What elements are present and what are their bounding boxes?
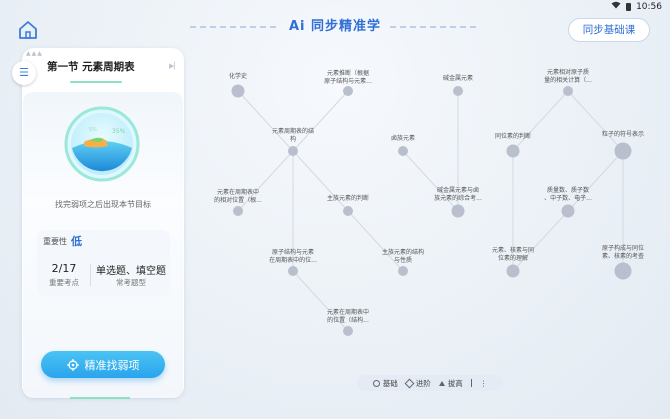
title-decoration-left <box>190 26 280 28</box>
node-label: 元素在周期表中 的相对位置（根... <box>214 189 262 204</box>
header-title-area: Ai 同步精准学 <box>160 14 510 40</box>
node-label: 卤族元素 <box>390 135 415 142</box>
graph-node[interactable] <box>231 84 245 98</box>
legend-advanced[interactable]: 进阶 <box>404 378 431 389</box>
node-label: 碱金属元素与卤 族元素的综合考... <box>434 187 482 202</box>
node-label: 元素在周期表中 的位置（结构... <box>326 309 369 324</box>
importance-label: 重要性 <box>43 237 67 246</box>
graph-node[interactable] <box>506 264 520 278</box>
graph-node[interactable] <box>233 206 243 216</box>
node-label: 同位素的判断 <box>494 133 531 140</box>
find-weakness-button[interactable]: 精准找弱项 <box>41 351 165 378</box>
node-label: 元素推断（根据 原子结构与元素... <box>324 70 372 85</box>
more-icon[interactable]: ⋮ <box>480 379 488 388</box>
node-label: 主族元素的判断 <box>326 195 369 202</box>
graph-node[interactable] <box>288 146 298 156</box>
graph-node[interactable] <box>451 204 465 218</box>
node-label: 碱金属元素 <box>442 75 473 82</box>
key-points-value: 2/17 <box>51 262 77 275</box>
legend-divider <box>470 379 472 387</box>
menu-icon: ☰ <box>19 66 29 79</box>
title-decoration-right <box>390 26 480 28</box>
node-label: 粒子的符号表示 <box>601 131 644 138</box>
progress-globe-icon: 35% 5% <box>62 104 142 184</box>
target-icon <box>66 358 79 371</box>
graph-node[interactable] <box>614 142 632 160</box>
node-label: 原子结构与元素 在周期表中的位... <box>269 249 317 264</box>
progress-accent <box>70 81 122 83</box>
svg-text:5%: 5% <box>89 127 97 133</box>
graph-node[interactable] <box>343 86 353 96</box>
node-label: 元素、核素与同 位素的理解 <box>491 247 534 262</box>
home-icon <box>19 21 37 39</box>
importance-value: 低 <box>71 235 82 248</box>
difficulty-legend: 基础 进阶 拔高 ⋮ <box>357 375 503 391</box>
question-types-value: 单选题、填空题 <box>96 266 166 277</box>
graph-node[interactable] <box>561 204 575 218</box>
node-label: 主族元素的结构 与性质 <box>381 249 424 264</box>
card-dots: ▲▲▲ <box>26 50 43 57</box>
graph-node[interactable] <box>288 266 298 276</box>
diamond-icon <box>404 378 415 388</box>
graph-nodes <box>231 84 632 336</box>
legend-advanced-label: 进阶 <box>415 378 431 388</box>
legend-basic-label: 基础 <box>382 378 398 388</box>
find-weakness-label: 精准找弱项 <box>84 358 140 372</box>
section-title: 第一节 元素周期表 <box>47 61 135 73</box>
collapse-icon[interactable]: ▶▏ <box>169 62 180 70</box>
node-label: 化学史 <box>228 73 247 80</box>
legend-improve[interactable]: 拔高 <box>438 378 463 389</box>
graph-node[interactable] <box>614 262 632 280</box>
graph-node[interactable] <box>563 86 573 96</box>
svg-text:35%: 35% <box>112 128 126 135</box>
key-points-label: 重要考点 <box>49 278 79 287</box>
graph-node[interactable] <box>506 144 520 158</box>
bottom-accent <box>70 397 130 399</box>
graph-node[interactable] <box>343 206 353 216</box>
goal-hint-text: 找完弱项之后出现本节目标 <box>55 200 151 209</box>
sync-basic-course-button[interactable]: 同步基础课 <box>568 18 650 42</box>
status-bar: 10:56 <box>611 1 662 12</box>
home-button[interactable] <box>17 20 39 40</box>
circle-icon <box>372 379 380 387</box>
graph-node[interactable] <box>398 266 408 276</box>
graph-node[interactable] <box>453 86 463 96</box>
clock: 10:56 <box>636 1 662 12</box>
menu-button[interactable]: ☰ <box>12 61 36 85</box>
stats-divider <box>90 264 91 286</box>
triangle-icon <box>438 380 445 386</box>
legend-improve-label: 拔高 <box>447 378 463 388</box>
node-label: 原子构成与同位 素、核素的考查 <box>601 245 644 260</box>
legend-basic[interactable]: 基础 <box>372 378 398 389</box>
battery-icon <box>626 2 632 11</box>
node-label: 元素相对原子质 量的相关计算（... <box>544 69 592 84</box>
graph-node[interactable] <box>343 326 353 336</box>
page-title: Ai 同步精准学 <box>288 19 382 34</box>
knowledge-graph: 化学史 元素推断（根据 原子结构与元素... 元素周期表的结 构 元素在周期表中… <box>190 55 660 375</box>
graph-node[interactable] <box>398 146 408 156</box>
node-label: 质量数、质子数 、中子数、电子... <box>544 187 592 202</box>
question-types-label: 常考题型 <box>116 278 146 287</box>
wifi-icon <box>611 1 621 12</box>
node-label: 元素周期表的结 构 <box>271 128 314 143</box>
